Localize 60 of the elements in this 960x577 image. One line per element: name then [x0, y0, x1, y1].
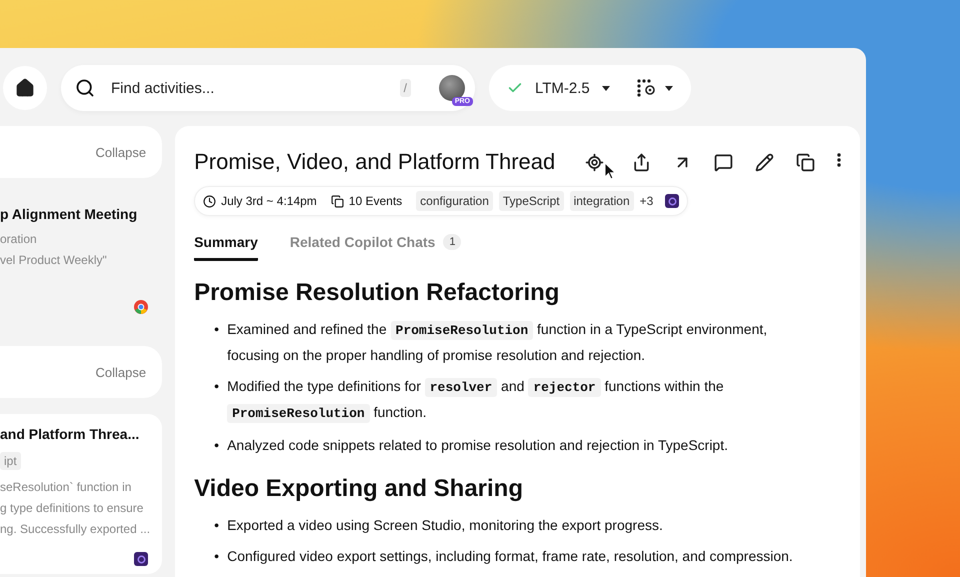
locate-button[interactable]: [585, 152, 604, 172]
app-icon: [134, 552, 148, 566]
section-heading: Promise Resolution Refactoring: [194, 279, 560, 307]
app-icon: [665, 194, 680, 208]
tag: configuration: [416, 191, 493, 211]
comment-icon: [714, 152, 734, 172]
activity-text: vel Product Weekly": [0, 253, 108, 268]
home-button[interactable]: [3, 66, 47, 110]
summary-bullet: Analyzed code snippets related to promise resolution and rejection in TypeScript.: [227, 436, 728, 455]
model-dropdown[interactable]: LTM-2.5: [507, 80, 610, 96]
activity-title: p Alignment Meeting: [0, 206, 138, 222]
search-icon: [75, 78, 95, 98]
more-tags: +3: [640, 194, 654, 208]
bullet-marker: •: [214, 320, 220, 339]
caret-icon: [602, 86, 610, 90]
more-icon: [837, 152, 842, 166]
bullet-marker: •: [214, 516, 220, 535]
share-icon: [632, 152, 652, 172]
edit-button[interactable]: [755, 152, 774, 172]
copy-icon: [330, 194, 344, 208]
events-label: 10 Events: [330, 194, 402, 208]
tag: TypeScript: [498, 191, 564, 211]
search-input[interactable]: Find activities...: [109, 78, 386, 98]
copy-icon: [796, 152, 816, 172]
summary-bullet: Examined and refined the PromiseResolution function in a TypeScript environment, focusing on the proper handling of promise resolution and rejection.: [227, 320, 768, 365]
home-icon: [15, 78, 35, 98]
pencil-icon: [755, 152, 774, 172]
activity-text: oration: [0, 232, 38, 247]
activity-text: seResolution` function in: [0, 480, 132, 495]
activity-tag: ipt: [0, 452, 21, 470]
cursor-icon: [604, 162, 616, 180]
bullet-marker: •: [214, 377, 220, 396]
activity-card[interactable]: and Platform Threa... ipt seResolution` function in g type definitions to ensure ng. Successfully exported ...: [0, 414, 162, 574]
collapse-button[interactable]: Collapse: [95, 364, 146, 380]
activity-title: and Platform Threa...: [0, 426, 140, 442]
time-label: July 3rd ~ 4:14pm: [203, 194, 317, 208]
clock-icon: [203, 194, 216, 208]
tab[interactable]: Related Copilot Chats 1: [290, 234, 462, 261]
browser-icon: [134, 300, 148, 314]
activity-text: ng. Successfully exported ...: [0, 522, 150, 537]
tab[interactable]: Summary: [194, 234, 258, 261]
share-button[interactable]: [632, 152, 652, 172]
summary-bullet: Modified the type definitions for resolver and rejector functions within the PromiseResolution function.: [227, 377, 725, 425]
tools-dropdown[interactable]: [637, 79, 673, 97]
summary-bullet: Exported a video using Screen Studio, monitoring the export progress.: [227, 516, 663, 535]
thread-title: Promise, Video, and Platform Thread: [194, 149, 556, 175]
collapse-button[interactable]: Collapse: [95, 144, 146, 160]
count-badge: 1: [443, 234, 462, 250]
tag: integration: [570, 191, 634, 211]
crosshair-icon: [585, 152, 604, 172]
activity-card[interactable]: p Alignment Meeting oration vel Product Weekly": [0, 194, 162, 322]
copy-button[interactable]: [796, 152, 816, 172]
summary-bullet: Configured video export settings, including format, frame rate, resolution, and compression.: [227, 547, 793, 566]
section-heading: Video Exporting and Sharing: [194, 475, 524, 503]
comment-button[interactable]: [714, 152, 734, 172]
bullet-marker: •: [214, 436, 220, 455]
activity-text: g type definitions to ensure: [0, 501, 144, 516]
caret-icon: [665, 86, 673, 90]
shortcut-key: /: [400, 79, 411, 97]
bullet-marker: •: [214, 547, 220, 566]
